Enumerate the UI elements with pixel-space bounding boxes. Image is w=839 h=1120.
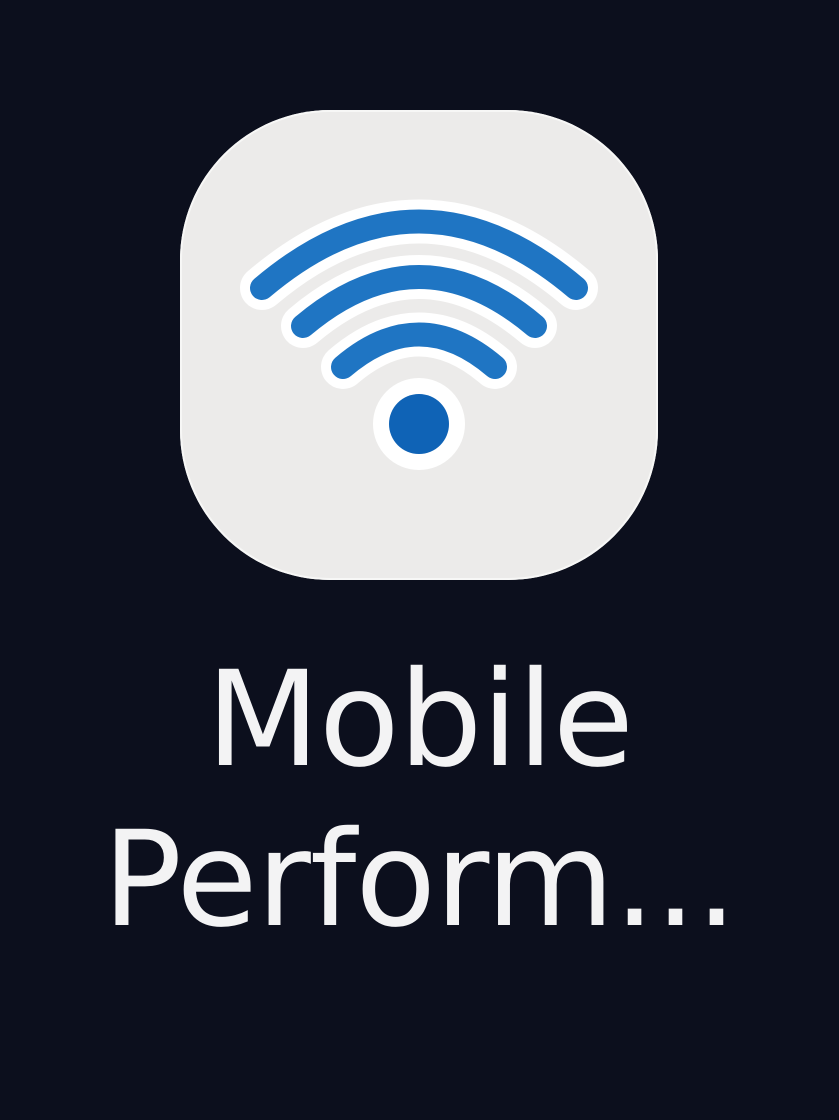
mobile-performance-app-shortcut[interactable]: Mobile Perform... — [0, 0, 839, 1120]
wifi-icon — [240, 199, 598, 470]
app-label-line-2: Perform... — [102, 803, 737, 957]
app-label: Mobile Perform... — [0, 640, 839, 960]
app-label-line-1: Mobile — [206, 643, 634, 797]
app-icon[interactable] — [180, 110, 658, 580]
home-screen: Mobile Perform... — [0, 0, 839, 1120]
